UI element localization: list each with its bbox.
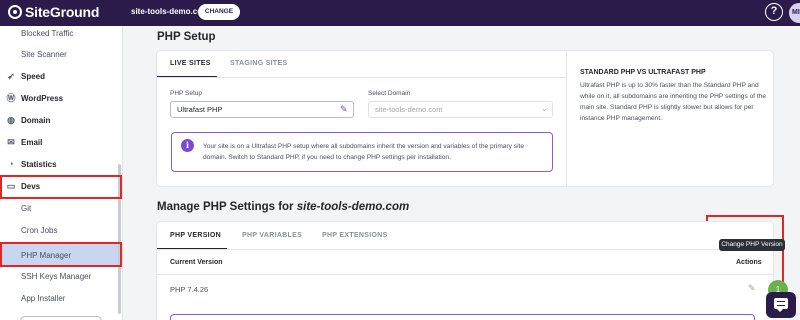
siteground-logo[interactable]: SiteGround: [8, 4, 99, 20]
sidebar-item-git[interactable]: Git: [0, 200, 120, 216]
sidebar-item-ssh-keys-manager[interactable]: SSH Keys Manager: [0, 268, 120, 284]
sidebar-item-label: Git: [21, 203, 32, 213]
chat-button[interactable]: [766, 292, 796, 318]
php-setup-label: PHP Setup: [170, 90, 203, 97]
tab-php-extensions[interactable]: PHP EXTENSIONS: [322, 232, 388, 239]
tab-staging-sites[interactable]: STAGING SITES: [230, 60, 287, 67]
logo-text: SiteGround: [25, 4, 100, 20]
pencil-icon[interactable]: ✎: [340, 104, 348, 115]
sidebar-bottom-button[interactable]: [20, 316, 102, 320]
page-title: PHP Setup: [157, 31, 216, 43]
logo-icon: [8, 5, 22, 19]
highlight-devs: [0, 175, 122, 199]
change-version-tooltip: Change PHP Version: [719, 239, 785, 251]
change-site-button[interactable]: CHANGE: [198, 4, 240, 20]
sidebar-item-app-installer[interactable]: App Installer: [0, 290, 120, 306]
sidebar-item-label: Cron Jobs: [21, 225, 58, 235]
domain-select[interactable]: site-tools-demo.com: [368, 101, 553, 118]
ultrafast-notice: i Your site is on a Ultrafast PHP setup …: [171, 132, 553, 172]
section-title-domain: site-tools-demo.com: [296, 201, 410, 213]
sidebar-item-domain[interactable]: ◍ Domain: [0, 112, 120, 128]
tab-divider: [157, 249, 773, 250]
question-circle-icon[interactable]: ?: [765, 3, 783, 21]
sidebar-item-label: Site Scanner: [21, 49, 67, 59]
tab-php-variables[interactable]: PHP VARIABLES: [242, 232, 302, 239]
tab-divider: [157, 77, 566, 78]
sidebar-item-wordpress[interactable]: Ⓦ WordPress: [0, 90, 120, 106]
sidebar-item-label: Email: [21, 137, 43, 147]
sidebar-item-site-scanner[interactable]: Site Scanner: [0, 46, 120, 62]
column-header-current-version: Current Version: [170, 259, 223, 266]
sidebar-item-label: SSH Keys Manager: [21, 271, 92, 281]
tab-live-sites[interactable]: LIVE SITES: [170, 60, 211, 67]
sidebar-item-statistics[interactable]: ◔ Statistics: [0, 156, 120, 172]
sidebar-item-blocked-traffic[interactable]: Blocked Traffic: [0, 26, 120, 40]
php-setup-field[interactable]: Ultrafast PHP: [170, 101, 354, 118]
info-text: Ultrafast PHP is up to 30% faster than t…: [580, 82, 767, 122]
highlight-php-manager: [0, 242, 122, 267]
top-bar: SiteGround site-tools-demo.com CHANGE ? …: [0, 0, 800, 26]
current-php-version: PHP 7.4.26: [170, 285, 209, 294]
info-icon: i: [181, 139, 194, 152]
chat-icon: [774, 298, 788, 312]
globe-icon: ◍: [7, 115, 15, 125]
envelope-icon: ✉: [7, 137, 15, 147]
tab-php-version[interactable]: PHP VERSION: [170, 232, 221, 239]
wordpress-icon: Ⓦ: [6, 93, 16, 103]
chevron-down-icon: ⌄: [541, 104, 548, 113]
sidebar-item-email[interactable]: ✉ Email: [0, 134, 120, 150]
notice-text: Your site is on a Ultrafast PHP setup wh…: [203, 143, 525, 161]
column-header-actions: Actions: [736, 259, 762, 266]
section-title: Manage PHP Settings for site-tools-demo.…: [157, 201, 409, 213]
section-title-prefix: Manage PHP Settings for: [157, 201, 294, 213]
card-divider: [566, 51, 567, 186]
select-domain-label: Select Domain: [368, 90, 411, 97]
edit-version-icon[interactable]: ✎: [748, 283, 756, 294]
avatar[interactable]: MI: [789, 3, 800, 23]
sidebar-item-label: Blocked Traffic: [21, 28, 74, 38]
sidebar-item-label: Speed: [21, 71, 46, 81]
sidebar-item-speed[interactable]: ➶ Speed: [0, 68, 120, 84]
sidebar-item-cron-jobs[interactable]: Cron Jobs: [0, 222, 120, 238]
bottom-notice: [170, 314, 755, 320]
sidebar: Blocked Traffic Site Scanner ➶ Speed Ⓦ W…: [0, 26, 123, 320]
table-header-divider: [157, 274, 773, 275]
sidebar-item-label: App Installer: [21, 293, 66, 303]
pie-chart-icon: ◔: [8, 159, 14, 169]
sidebar-item-label: Domain: [21, 115, 51, 125]
info-title: STANDARD PHP VS ULTRAFAST PHP: [580, 69, 706, 76]
sidebar-item-label: Statistics: [21, 159, 57, 169]
rocket-icon: ➶: [7, 71, 15, 81]
sidebar-item-label: WordPress: [21, 93, 64, 103]
